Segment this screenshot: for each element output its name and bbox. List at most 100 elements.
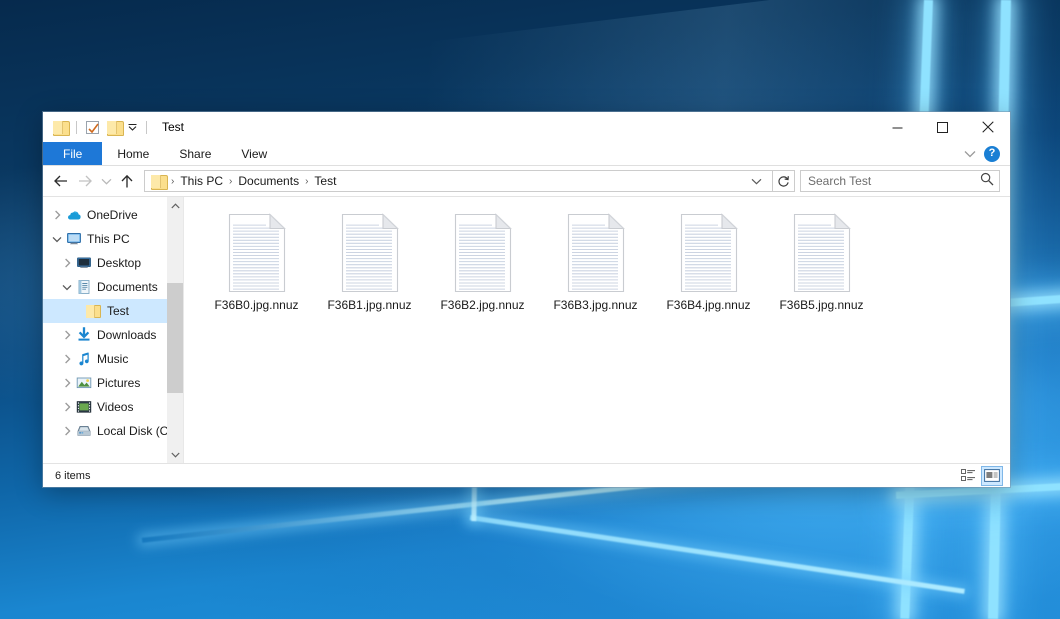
music-note-icon <box>75 351 92 367</box>
file-name-label: F36B5.jpg.nnuz <box>779 298 863 312</box>
details-view-button[interactable] <box>958 467 978 485</box>
chevron-collapsed-icon[interactable] <box>59 426 75 436</box>
sidebar-item-this-pc[interactable]: This PC <box>43 227 183 251</box>
minimize-button[interactable] <box>875 112 920 142</box>
qat-separator-2 <box>146 121 147 134</box>
large-icons-view-button[interactable] <box>982 467 1002 485</box>
sidebar-item-onedrive[interactable]: OneDrive <box>43 203 183 227</box>
chevron-collapsed-icon[interactable] <box>59 402 75 412</box>
tab-share[interactable]: Share <box>164 142 226 165</box>
chevron-down-icon[interactable] <box>126 119 139 135</box>
file-name-label: F36B4.jpg.nnuz <box>666 298 750 312</box>
search-box[interactable] <box>800 170 1000 192</box>
generic-document-icon <box>452 213 514 293</box>
generic-document-icon <box>339 213 401 293</box>
qat-separator-1 <box>76 121 77 134</box>
generic-document-icon <box>791 213 853 293</box>
file-name-label: F36B3.jpg.nnuz <box>553 298 637 312</box>
scroll-down-icon[interactable] <box>167 446 183 463</box>
scroll-up-icon[interactable] <box>167 197 183 214</box>
file-name-label: F36B1.jpg.nnuz <box>327 298 411 312</box>
sidebar-item-label: Videos <box>97 400 133 414</box>
breadcrumb-separator: › <box>169 176 176 187</box>
file-item[interactable]: F36B5.jpg.nnuz <box>765 209 878 327</box>
search-input[interactable] <box>808 174 980 188</box>
tab-home[interactable]: Home <box>102 142 164 165</box>
downloads-icon <box>75 327 92 343</box>
chevron-expanded-icon[interactable] <box>49 236 65 243</box>
chevron-collapsed-icon[interactable] <box>59 378 75 388</box>
sidebar-item-label: This PC <box>87 232 130 246</box>
ribbon-right-controls: ? <box>964 142 1010 165</box>
file-item[interactable]: F36B4.jpg.nnuz <box>652 209 765 327</box>
sidebar-item-downloads[interactable]: Downloads <box>43 323 183 347</box>
recent-locations-button[interactable] <box>97 169 115 193</box>
tab-file[interactable]: File <box>43 142 102 165</box>
sidebar-item-label: Pictures <box>97 376 140 390</box>
breadcrumb-item-documents[interactable]: Documents <box>234 174 303 188</box>
chevron-collapsed-icon[interactable] <box>59 258 75 268</box>
file-name-label: F36B2.jpg.nnuz <box>440 298 524 312</box>
sidebar-item-label: Test <box>107 304 129 318</box>
file-list-pane[interactable]: F36B0.jpg.nnuz F36B1.jpg.nnuz F36B2.jpg.nn… <box>183 197 1010 463</box>
sidebar-item-local-disk-c[interactable]: Local Disk (C:) <box>43 419 183 443</box>
file-item[interactable]: F36B2.jpg.nnuz <box>426 209 539 327</box>
navigation-tree: OneDrive This PC Desktop Documents Test Downl… <box>43 203 183 443</box>
generic-document-icon <box>565 213 627 293</box>
file-explorer-window: Test File Home Share View ? <box>43 112 1010 487</box>
window-title: Test <box>162 120 184 134</box>
forward-button[interactable] <box>73 169 97 193</box>
view-mode-buttons <box>958 467 1002 485</box>
file-item[interactable]: F36B3.jpg.nnuz <box>539 209 652 327</box>
sidebar-item-documents[interactable]: Documents <box>43 275 183 299</box>
pictures-icon <box>75 375 92 391</box>
new-folder-icon[interactable] <box>106 119 123 136</box>
chevron-collapsed-icon[interactable] <box>59 354 75 364</box>
file-item[interactable]: F36B0.jpg.nnuz <box>200 209 313 327</box>
chevron-expanded-icon[interactable] <box>59 284 75 291</box>
item-count-label: 6 items <box>55 470 90 482</box>
chevron-down-icon[interactable] <box>964 145 976 163</box>
sidebar-item-pictures[interactable]: Pictures <box>43 371 183 395</box>
file-item[interactable]: F36B1.jpg.nnuz <box>313 209 426 327</box>
breadcrumb-separator: › <box>303 176 310 187</box>
sidebar-item-desktop[interactable]: Desktop <box>43 251 183 275</box>
tab-view[interactable]: View <box>226 142 282 165</box>
chevron-collapsed-icon[interactable] <box>59 330 75 340</box>
search-icon[interactable] <box>980 172 994 191</box>
documents-icon <box>75 279 92 295</box>
window-controls <box>875 112 1010 142</box>
ribbon-tab-bar: File Home Share View ? <box>43 142 1010 166</box>
navigation-pane: OneDrive This PC Desktop Documents Test Downl… <box>43 197 183 463</box>
breadcrumb-separator: › <box>227 176 234 187</box>
refresh-icon[interactable] <box>773 170 795 192</box>
sidebar-item-videos[interactable]: Videos <box>43 395 183 419</box>
breadcrumb[interactable]: › This PC › Documents › Test <box>144 170 773 192</box>
chevron-collapsed-icon[interactable] <box>49 210 65 220</box>
help-icon[interactable]: ? <box>984 146 1000 162</box>
close-button[interactable] <box>965 112 1010 142</box>
sidebar-item-label: OneDrive <box>87 208 138 222</box>
folder-icon[interactable] <box>52 119 69 136</box>
scrollbar-thumb[interactable] <box>167 283 183 393</box>
window-body: OneDrive This PC Desktop Documents Test Downl… <box>43 196 1010 463</box>
sidebar-item-test[interactable]: Test <box>43 299 183 323</box>
chevron-down-icon[interactable] <box>747 178 766 185</box>
breadcrumb-item-test[interactable]: Test <box>310 174 340 188</box>
back-button[interactable] <box>49 169 73 193</box>
address-bar: › This PC › Documents › Test <box>43 166 1010 196</box>
folder-icon <box>85 305 102 318</box>
file-name-label: F36B0.jpg.nnuz <box>214 298 298 312</box>
navigation-scrollbar[interactable] <box>167 197 183 463</box>
maximize-button[interactable] <box>920 112 965 142</box>
sidebar-item-label: Documents <box>97 280 158 294</box>
sidebar-item-music[interactable]: Music <box>43 347 183 371</box>
breadcrumb-item-this-pc[interactable]: This PC <box>176 174 227 188</box>
properties-icon[interactable] <box>84 119 101 136</box>
generic-document-icon <box>226 213 288 293</box>
videos-film-icon <box>75 399 92 415</box>
sidebar-item-label: Desktop <box>97 256 141 270</box>
generic-document-icon <box>678 213 740 293</box>
up-button[interactable] <box>115 169 139 193</box>
this-pc-monitor-icon <box>65 231 82 247</box>
